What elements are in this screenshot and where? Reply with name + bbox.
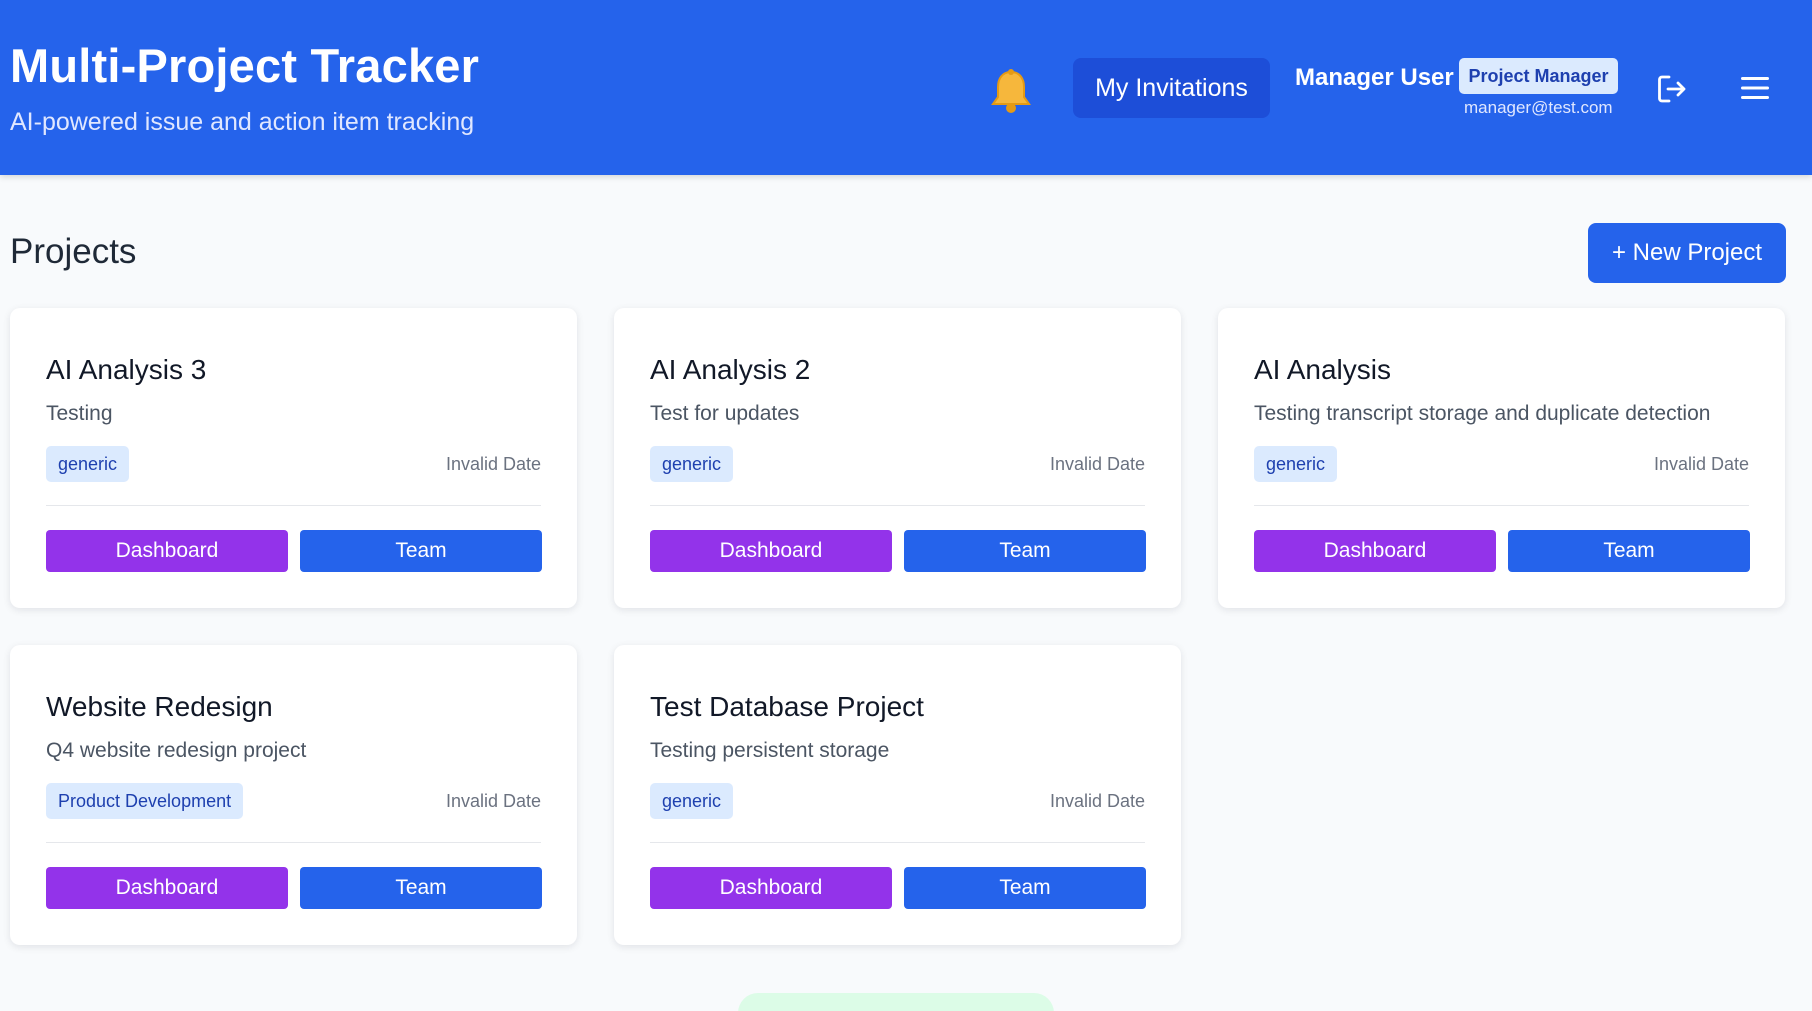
project-tag: generic: [650, 446, 734, 482]
project-tag: generic: [46, 446, 130, 482]
app-subtitle: AI-powered issue and action item trackin…: [10, 108, 475, 136]
team-button[interactable]: Team: [904, 867, 1146, 909]
project-date: Invalid Date: [445, 791, 541, 811]
project-tag: generic: [650, 783, 734, 819]
project-description: Testing persistent storage: [650, 739, 890, 762]
dashboard-button[interactable]: Dashboard: [46, 530, 288, 572]
project-date: Invalid Date: [1653, 454, 1749, 474]
project-date: Invalid Date: [1049, 791, 1145, 811]
divider: [46, 505, 541, 506]
page-title: Projects: [10, 232, 137, 271]
hamburger-menu-icon[interactable]: [1740, 74, 1770, 102]
app-header: Multi-Project Tracker AI-powered issue a…: [0, 0, 1812, 175]
divider: [650, 505, 1145, 506]
project-description: Testing transcript storage and duplicate…: [1254, 402, 1711, 425]
role-badge: Project Manager: [1459, 58, 1618, 94]
divider: [46, 842, 541, 843]
team-button[interactable]: Team: [904, 530, 1146, 572]
bottom-pill[interactable]: [738, 993, 1054, 1011]
divider: [1254, 505, 1749, 506]
project-card: AI Analysis 3 Testing generic Invalid Da…: [10, 308, 577, 608]
project-name: Test Database Project: [650, 691, 924, 722]
project-card: AI Analysis 2 Test for updates generic I…: [614, 308, 1181, 608]
dashboard-button[interactable]: Dashboard: [650, 530, 892, 572]
project-name: AI Analysis: [1254, 354, 1391, 385]
project-card: Test Database Project Testing persistent…: [614, 645, 1181, 945]
logout-icon[interactable]: [1655, 72, 1689, 106]
team-button[interactable]: Team: [300, 530, 542, 572]
project-date: Invalid Date: [445, 454, 541, 474]
project-description: Testing: [46, 402, 113, 425]
project-description: Test for updates: [650, 402, 800, 425]
project-tag: Product Development: [46, 783, 244, 819]
dashboard-button[interactable]: Dashboard: [650, 867, 892, 909]
project-name: AI Analysis 3: [46, 354, 207, 385]
project-name: Website Redesign: [46, 691, 273, 722]
app-title: Multi-Project Tracker: [10, 39, 480, 92]
project-description: Q4 website redesign project: [46, 739, 307, 762]
my-invitations-button[interactable]: My Invitations: [1073, 58, 1270, 118]
project-tag: generic: [1254, 446, 1338, 482]
dashboard-button[interactable]: Dashboard: [1254, 530, 1496, 572]
dashboard-button[interactable]: Dashboard: [46, 867, 288, 909]
project-date: Invalid Date: [1049, 454, 1145, 474]
team-button[interactable]: Team: [300, 867, 542, 909]
user-name: Manager User: [1295, 64, 1454, 91]
team-button[interactable]: Team: [1508, 530, 1750, 572]
project-name: AI Analysis 2: [650, 354, 811, 385]
user-email: manager@test.com: [1464, 98, 1613, 117]
bell-icon[interactable]: [990, 68, 1032, 114]
divider: [650, 842, 1145, 843]
new-project-button[interactable]: + New Project: [1588, 223, 1786, 283]
project-card: AI Analysis Testing transcript storage a…: [1218, 308, 1785, 608]
project-card: Website Redesign Q4 website redesign pro…: [10, 645, 577, 945]
